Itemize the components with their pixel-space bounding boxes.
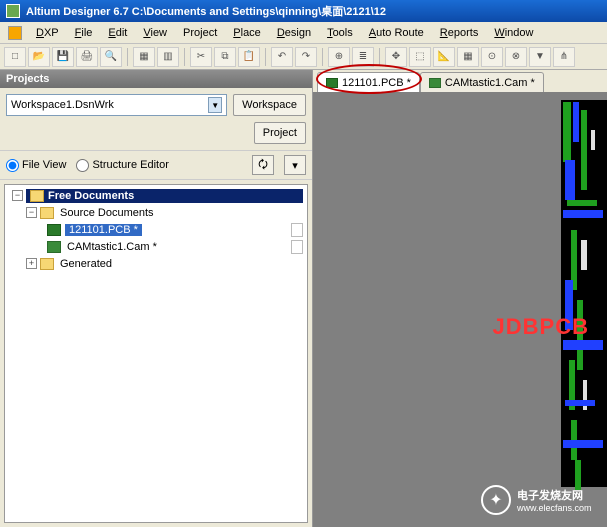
snap-button[interactable]: ⊙ bbox=[481, 47, 503, 67]
move-button[interactable]: ✥ bbox=[385, 47, 407, 67]
tree-root-label: Free Documents bbox=[48, 190, 134, 202]
menu-project[interactable]: Project bbox=[177, 25, 223, 41]
origin-button[interactable]: ⊗ bbox=[505, 47, 527, 67]
window-title: Altium Designer 6.7 C:\Documents and Set… bbox=[26, 3, 386, 19]
layers-button[interactable]: ≣ bbox=[352, 47, 374, 67]
copy-button[interactable]: ⧉ bbox=[214, 47, 236, 67]
separator bbox=[127, 48, 128, 66]
app-icon bbox=[6, 4, 20, 18]
pcb-button[interactable]: ▦ bbox=[133, 47, 155, 67]
separator bbox=[379, 48, 380, 66]
collapse-icon[interactable]: − bbox=[12, 190, 23, 201]
tab-label: CAMtastic1.Cam * bbox=[445, 77, 535, 89]
collapse-icon[interactable]: − bbox=[26, 207, 37, 218]
folder-icon bbox=[40, 207, 54, 219]
menu-dxp[interactable]: DXP bbox=[30, 25, 65, 41]
undo-button[interactable]: ↶ bbox=[271, 47, 293, 67]
folder-icon bbox=[40, 258, 54, 270]
pcb-canvas[interactable]: JDBPCB ✦ 电子发烧友网 www.elecfans.com bbox=[313, 92, 607, 527]
grid-button[interactable]: ▦ bbox=[457, 47, 479, 67]
open-button[interactable]: 📂 bbox=[28, 47, 50, 67]
print-button[interactable]: 🖨 bbox=[76, 47, 98, 67]
tree-cam-file[interactable]: CAMtastic1.Cam * bbox=[5, 238, 307, 255]
separator bbox=[265, 48, 266, 66]
pcb-icon bbox=[47, 224, 61, 236]
watermark-url: www.elecfans.com bbox=[517, 503, 592, 513]
menu-autoroute[interactable]: Auto Route bbox=[363, 25, 430, 41]
project-tree[interactable]: − Free Documents − Source Documents 1211… bbox=[4, 184, 308, 523]
site-watermark: ✦ 电子发烧友网 www.elecfans.com bbox=[481, 481, 601, 519]
dropdown-arrow-icon[interactable]: ▼ bbox=[208, 97, 222, 113]
structure-editor-radio[interactable]: Structure Editor bbox=[76, 159, 168, 172]
document-tabs: 121101.PCB * CAMtastic1.Cam * bbox=[313, 70, 607, 92]
net-button[interactable]: ⋔ bbox=[553, 47, 575, 67]
folder-icon bbox=[30, 190, 44, 202]
projects-panel: Projects Workspace1.DsnWrk ▼ Workspace P… bbox=[0, 70, 313, 527]
menu-window[interactable]: Window bbox=[488, 25, 539, 41]
drop-button[interactable]: ▼ bbox=[529, 47, 551, 67]
watermark-text: 电子发烧友网 bbox=[517, 487, 592, 503]
tree-leaf-label: CAMtastic1.Cam * bbox=[65, 241, 159, 253]
menu-file[interactable]: File bbox=[69, 25, 99, 41]
panel-header: Projects bbox=[0, 70, 312, 88]
save-button[interactable]: 💾 bbox=[52, 47, 74, 67]
tree-generated[interactable]: + Generated bbox=[5, 255, 307, 272]
tree-node-label: Generated bbox=[58, 258, 114, 270]
new-button[interactable]: □ bbox=[4, 47, 26, 67]
menu-bar: DXP File Edit View Project Place Design … bbox=[0, 22, 607, 44]
menu-tools[interactable]: Tools bbox=[321, 25, 359, 41]
dxp-icon[interactable] bbox=[8, 26, 22, 40]
refresh-button[interactable]: 🗘 bbox=[252, 155, 274, 175]
cam-icon bbox=[429, 78, 441, 88]
tree-root[interactable]: − Free Documents bbox=[5, 187, 307, 204]
structure-editor-input[interactable] bbox=[76, 159, 89, 172]
menu-reports[interactable]: Reports bbox=[434, 25, 485, 41]
cam-icon bbox=[47, 241, 61, 253]
file-view-radio[interactable]: File View bbox=[6, 159, 66, 172]
menu-place[interactable]: Place bbox=[227, 25, 267, 41]
options-button[interactable]: ▾ bbox=[284, 155, 306, 175]
workspace-row: Workspace1.DsnWrk ▼ Workspace bbox=[0, 88, 312, 122]
separator bbox=[184, 48, 185, 66]
watermark-logo-icon: ✦ bbox=[481, 485, 511, 515]
toolbar: □ 📂 💾 🖨 🔍 ▦ ▥ ✂ ⧉ 📋 ↶ ↷ ⊕ ≣ ✥ ⬚ 📐 ▦ ⊙ ⊗ … bbox=[0, 44, 607, 70]
measure-button[interactable]: 📐 bbox=[433, 47, 455, 67]
tab-pcb[interactable]: 121101.PCB * bbox=[317, 72, 420, 92]
pcb-icon bbox=[326, 78, 338, 88]
menu-design[interactable]: Design bbox=[271, 25, 317, 41]
workspace-button[interactable]: Workspace bbox=[233, 94, 306, 116]
window-titlebar: Altium Designer 6.7 C:\Documents and Set… bbox=[0, 0, 607, 22]
page-icon bbox=[291, 223, 303, 237]
separator bbox=[322, 48, 323, 66]
tree-pcb-file[interactable]: 121101.PCB * bbox=[5, 221, 307, 238]
zoom-button[interactable]: ⊕ bbox=[328, 47, 350, 67]
tree-node-label: Source Documents bbox=[58, 207, 156, 219]
project-row: Project bbox=[0, 122, 312, 150]
panel-title: Projects bbox=[6, 73, 49, 85]
tree-source-docs[interactable]: − Source Documents bbox=[5, 204, 307, 221]
overlay-watermark-text: JDBPCB bbox=[493, 314, 589, 340]
menu-edit[interactable]: Edit bbox=[102, 25, 133, 41]
pcb-board-view bbox=[561, 100, 607, 487]
redo-button[interactable]: ↷ bbox=[295, 47, 317, 67]
view-mode-row: File View Structure Editor 🗘 ▾ bbox=[0, 150, 312, 180]
preview-button[interactable]: 🔍 bbox=[100, 47, 122, 67]
workspace-value: Workspace1.DsnWrk bbox=[11, 99, 114, 111]
sch-button[interactable]: ▥ bbox=[157, 47, 179, 67]
paste-button[interactable]: 📋 bbox=[238, 47, 260, 67]
editor-area: 121101.PCB * CAMtastic1.Cam * bbox=[313, 70, 607, 527]
workspace-combo[interactable]: Workspace1.DsnWrk ▼ bbox=[6, 94, 227, 116]
menu-view[interactable]: View bbox=[137, 25, 173, 41]
tab-label: 121101.PCB * bbox=[342, 77, 411, 89]
tree-leaf-label: 121101.PCB * bbox=[65, 224, 142, 236]
expand-icon[interactable]: + bbox=[26, 258, 37, 269]
select-button[interactable]: ⬚ bbox=[409, 47, 431, 67]
work-area: Projects Workspace1.DsnWrk ▼ Workspace P… bbox=[0, 70, 607, 527]
cut-button[interactable]: ✂ bbox=[190, 47, 212, 67]
project-button[interactable]: Project bbox=[254, 122, 306, 144]
page-icon bbox=[291, 240, 303, 254]
tab-cam[interactable]: CAMtastic1.Cam * bbox=[420, 72, 544, 92]
file-view-input[interactable] bbox=[6, 159, 19, 172]
